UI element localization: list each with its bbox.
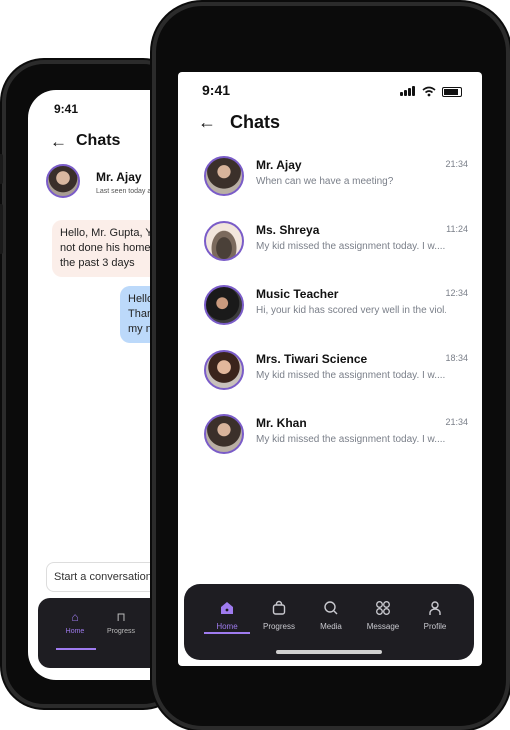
battery-icon	[442, 87, 462, 97]
nav-progress[interactable]: ⊓ Progress	[98, 610, 144, 635]
avatar	[204, 414, 244, 454]
nav-label: Media	[320, 622, 342, 631]
chat-name: Music Teacher	[256, 287, 339, 301]
active-tab-underline	[56, 648, 96, 650]
nav-label: Home	[216, 622, 238, 631]
avatar	[204, 156, 244, 196]
nav-progress[interactable]: Progress	[253, 600, 305, 631]
search-icon	[324, 601, 338, 615]
avatar	[46, 164, 80, 198]
nav-label: Progress	[262, 622, 295, 631]
chat-time: 21:34	[445, 159, 468, 169]
bag-icon	[272, 600, 286, 615]
status-time: 9:41	[54, 102, 79, 116]
chat-preview: My kid missed the assignment today. I w.…	[256, 369, 446, 381]
nav-message[interactable]: Message	[357, 600, 409, 631]
bottom-nav: Home Progress Media Message Profile	[184, 584, 474, 660]
page-title: Chats	[76, 132, 121, 149]
chat-name: Mrs. Tiwari Science	[256, 351, 368, 366]
chat-item-mr-ajay[interactable]: Mr. Ajay When can we have a meeting? 21:…	[178, 152, 482, 217]
header: ← Chats	[198, 110, 280, 134]
chat-item-ms-shreya[interactable]: Ms. Shreya My kid missed the assignment …	[178, 217, 482, 282]
status-bar: 9:41	[178, 72, 482, 108]
phone-screen: 9:41 ← Chats Mr. Ajay When can we have a…	[178, 72, 482, 666]
avatar	[204, 349, 244, 390]
chat-time: 12:34	[445, 288, 468, 298]
chat-time: 11:24	[446, 223, 468, 234]
wifi-icon	[422, 86, 436, 99]
chat-time: 18:34	[445, 352, 468, 363]
nav-home[interactable]: ⌂ Home	[52, 610, 98, 635]
foreground-phone: 9:41 ← Chats Mr. Ajay When can we have a…	[152, 2, 510, 730]
bag-icon: ⊓	[116, 610, 126, 624]
last-seen-text: Last seen today at	[96, 188, 154, 195]
chat-preview: My kid missed the assignment today. I w.…	[256, 434, 446, 445]
back-arrow-icon[interactable]: ←	[50, 132, 67, 152]
nav-label: Home	[65, 628, 85, 635]
nav-home[interactable]: Home	[201, 600, 253, 631]
nav-label: Progress	[106, 628, 135, 635]
home-icon	[221, 602, 233, 614]
home-indicator[interactable]	[276, 650, 382, 654]
arrow-left-icon[interactable]: ←	[198, 112, 216, 133]
chat-name: Mr. Ajay	[256, 158, 302, 172]
chat-preview: My kid missed the assignment today. I w.…	[256, 240, 446, 252]
chat-name: Mr. Khan	[256, 416, 307, 430]
status-time: 9:41	[202, 82, 231, 98]
chat-preview: Hi, your kid has scored very well in the…	[256, 305, 446, 316]
side-button	[0, 154, 3, 184]
chat-item-mr-khan[interactable]: Mr. Khan My kid missed the assignment to…	[178, 410, 482, 475]
nav-label: Profile	[423, 622, 447, 631]
nav-profile[interactable]: Profile	[409, 600, 461, 631]
chat-item-mrs-tiwari-science[interactable]: Mrs. Tiwari Science My kid missed the as…	[178, 346, 482, 411]
chat-time: 21:34	[445, 417, 468, 427]
nav-label: Message	[366, 622, 400, 631]
chat-preview: When can we have a meeting?	[256, 176, 394, 187]
chat-name: Ms. Shreya	[256, 222, 320, 237]
active-tab-underline	[204, 632, 250, 634]
avatar	[204, 285, 244, 325]
grid-icon	[376, 601, 390, 615]
page-title: Chats	[230, 111, 281, 132]
chat-list: Mr. Ajay When can we have a meeting? 21:…	[178, 152, 482, 475]
status-icons	[400, 83, 462, 101]
signal-icon	[400, 83, 416, 101]
home-icon: ⌂	[71, 610, 79, 624]
nav-media[interactable]: Media	[305, 600, 357, 631]
chat-item-music-teacher[interactable]: Music Teacher Hi, your kid has scored ve…	[178, 281, 482, 346]
avatar	[204, 220, 244, 261]
contact-name: Mr. Ajay	[96, 170, 142, 184]
user-icon	[429, 601, 441, 615]
side-button	[0, 204, 3, 254]
